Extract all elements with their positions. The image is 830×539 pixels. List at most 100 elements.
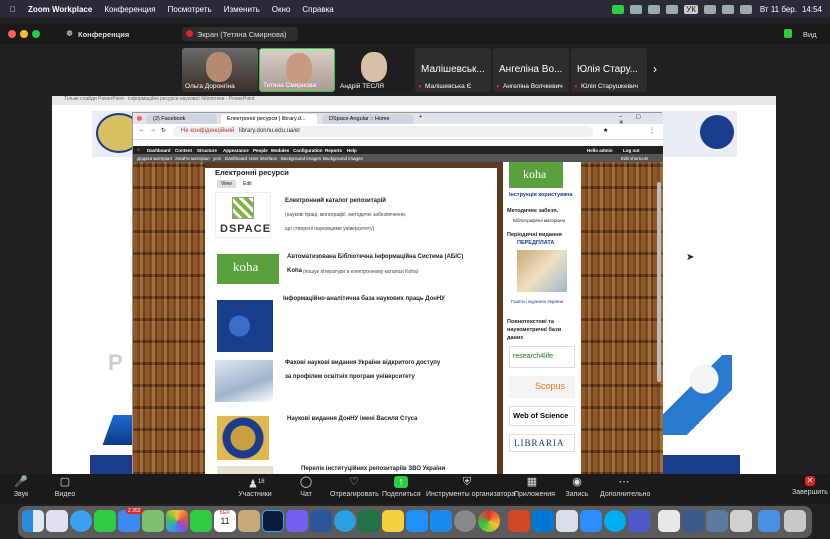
keynote-icon[interactable] bbox=[406, 510, 428, 532]
teams-icon[interactable] bbox=[648, 4, 661, 14]
audio-button[interactable]: 🎤 Звук bbox=[8, 476, 34, 498]
participant-tile-active[interactable]: Тетяна Смирнова bbox=[259, 48, 335, 92]
web-of-science-logo[interactable]: Web of Science bbox=[509, 406, 575, 426]
shortcut-find-content[interactable]: Знайти матеріал bbox=[175, 156, 210, 161]
apple-icon[interactable]:  bbox=[10, 5, 16, 14]
skype-icon[interactable] bbox=[604, 510, 626, 532]
admin-menu-people[interactable]: People bbox=[253, 148, 268, 153]
share-indicator[interactable]: Экран (Тетяна Смирнова) bbox=[182, 27, 298, 41]
menu-view[interactable]: Посмотреть bbox=[168, 5, 212, 14]
finder-icon[interactable] bbox=[22, 510, 44, 532]
sidebar-newspapers-link[interactable]: Газети і журнали України bbox=[511, 299, 563, 304]
search-icon[interactable] bbox=[721, 4, 734, 14]
facetime-icon[interactable] bbox=[190, 510, 212, 532]
admin-menu-help[interactable]: Help bbox=[347, 148, 357, 153]
shortcut-background-images[interactable]: Background Images bbox=[281, 156, 321, 161]
admin-menu-structure[interactable]: Structure bbox=[197, 148, 217, 153]
participants-button[interactable]: ♟18 Участники bbox=[234, 476, 276, 498]
record-button[interactable]: ◉ Запись bbox=[564, 476, 590, 498]
resource-title[interactable]: Електронний каталог репозитарій bbox=[285, 198, 386, 204]
browser-menu-icon[interactable]: ⋮ bbox=[649, 127, 655, 134]
clock-date[interactable]: Вт 11 бер. bbox=[760, 5, 797, 14]
excel-icon[interactable] bbox=[358, 510, 380, 532]
trash-icon[interactable] bbox=[784, 510, 806, 532]
minimize-window-button[interactable] bbox=[20, 30, 28, 38]
clock-time[interactable]: 14:54 bbox=[802, 5, 822, 14]
resource-title[interactable]: Наукові видання ДонНУ імені Василя Стуса bbox=[287, 416, 417, 422]
downloads-icon[interactable] bbox=[758, 510, 780, 532]
record-icon[interactable] bbox=[630, 4, 643, 14]
reload-icon[interactable]: ↻ bbox=[161, 127, 166, 134]
messages-icon[interactable] bbox=[94, 510, 116, 532]
sidebar-podpiska-link[interactable]: ПЕРЕДПЛАТА bbox=[517, 240, 554, 246]
shortcut-dashboard[interactable]: Dashboard bbox=[225, 156, 247, 161]
keyboard-layout[interactable]: УК bbox=[684, 4, 698, 14]
extensions-icon[interactable]: ★ bbox=[603, 127, 608, 134]
calendar-icon[interactable]: БЕР. 11 bbox=[214, 510, 236, 532]
tab-library[interactable]: Електронні ресурси | library.d... bbox=[221, 114, 317, 124]
telegram-icon[interactable] bbox=[334, 510, 356, 532]
shortcut-yeni[interactable]: yeni bbox=[213, 156, 221, 161]
admin-menu-reports[interactable]: Reports bbox=[325, 148, 342, 153]
powerpoint-icon[interactable] bbox=[508, 510, 530, 532]
menu-conference[interactable]: Конференция bbox=[104, 5, 155, 14]
reactions-button[interactable]: ♡ Отреагировать bbox=[330, 476, 379, 498]
view-menu[interactable]: Вид bbox=[803, 30, 817, 39]
end-meeting-button[interactable]: ✕ Завершить bbox=[792, 476, 828, 496]
tab-view[interactable]: View bbox=[217, 180, 236, 188]
word-icon[interactable] bbox=[310, 510, 332, 532]
appstore-icon[interactable] bbox=[430, 510, 452, 532]
zoom-icon[interactable] bbox=[580, 510, 602, 532]
chrome-icon[interactable] bbox=[478, 510, 500, 532]
video-button[interactable]: ▢ Видео bbox=[50, 476, 80, 498]
participant-tile[interactable]: Юлія Стару... Юлія Старушкевич ● bbox=[571, 48, 647, 92]
edit-shortcuts-link[interactable]: Edit shortcuts bbox=[621, 156, 648, 161]
back-icon[interactable]: ← bbox=[139, 127, 145, 133]
forward-icon[interactable]: → bbox=[150, 127, 156, 133]
site-scrollbar[interactable] bbox=[657, 182, 661, 382]
resource-title[interactable]: Автоматизована Бібліотечна Інформаційна … bbox=[287, 254, 463, 260]
chat-button[interactable]: ◯ Чат bbox=[296, 476, 316, 498]
resource-title[interactable]: Фахові наукові видання України відкритог… bbox=[285, 360, 440, 366]
research4life-logo[interactable]: research4life bbox=[509, 346, 575, 368]
close-window-button[interactable] bbox=[8, 30, 16, 38]
sidebar-biblio-link[interactable]: Бібліографічні матеріали bbox=[513, 218, 565, 223]
menu-edit[interactable]: Изменить bbox=[224, 5, 260, 14]
battery-icon[interactable] bbox=[666, 4, 679, 14]
menu-app-name[interactable]: Zoom Workplace bbox=[28, 5, 92, 14]
admin-menu-appearance[interactable]: Appearance bbox=[223, 148, 249, 153]
participant-tile[interactable]: Ангеліна Во... Ангеліна Волчкевич ● bbox=[493, 48, 569, 92]
admin-hello[interactable]: Hello admin bbox=[587, 148, 613, 153]
tab-edit[interactable]: Edit bbox=[239, 180, 256, 188]
notes-icon[interactable] bbox=[382, 510, 404, 532]
menu-help[interactable]: Справка bbox=[302, 5, 333, 14]
teams-icon[interactable] bbox=[628, 510, 650, 532]
participant-tile[interactable]: Андрій ТЕСЛЯ bbox=[337, 48, 413, 92]
new-tab-icon[interactable]: + bbox=[419, 114, 422, 120]
shortcut-user-interface[interactable]: User interface bbox=[249, 156, 277, 161]
admin-menu-configuration[interactable]: Configuration bbox=[293, 148, 323, 153]
url-field[interactable]: Не конфіденційний library.donnu.edu.ua/e… bbox=[173, 126, 593, 137]
home-icon[interactable]: ⌂ bbox=[137, 147, 140, 152]
browser-close-dot[interactable] bbox=[137, 116, 142, 121]
admin-menu-modules[interactable]: Modules bbox=[271, 148, 289, 153]
sidebar-instruction-link[interactable]: Інструкція користувача bbox=[509, 192, 573, 198]
shortcut-add-content[interactable]: Додати матеріал bbox=[137, 156, 172, 161]
zoom-window-button[interactable] bbox=[32, 30, 40, 38]
resource-title[interactable]: Інформаційно-аналітична база наукових пр… bbox=[283, 296, 445, 302]
contacts-icon[interactable] bbox=[238, 510, 260, 532]
tab-dspace[interactable]: DSpace Angular :: Home bbox=[323, 114, 413, 124]
more-button[interactable]: ⋯ Дополнительно bbox=[600, 476, 650, 498]
maps-icon[interactable] bbox=[142, 510, 164, 532]
launchpad-icon[interactable] bbox=[46, 510, 68, 532]
window-thumb-3-icon[interactable] bbox=[730, 510, 752, 532]
tab-facebook[interactable]: (2) Facebook bbox=[147, 114, 217, 124]
scopus-logo[interactable]: Scopus bbox=[509, 376, 575, 398]
shield-icon[interactable] bbox=[784, 29, 792, 38]
shortcut-background-images-2[interactable]: Background images bbox=[323, 156, 363, 161]
admin-menu-dashboard[interactable]: Dashboard bbox=[147, 148, 171, 153]
preview-icon[interactable] bbox=[556, 510, 578, 532]
viber-icon[interactable] bbox=[286, 510, 308, 532]
participant-tile[interactable]: Ольга Доронгіна bbox=[182, 48, 258, 92]
window-thumb-2-icon[interactable] bbox=[706, 510, 728, 532]
